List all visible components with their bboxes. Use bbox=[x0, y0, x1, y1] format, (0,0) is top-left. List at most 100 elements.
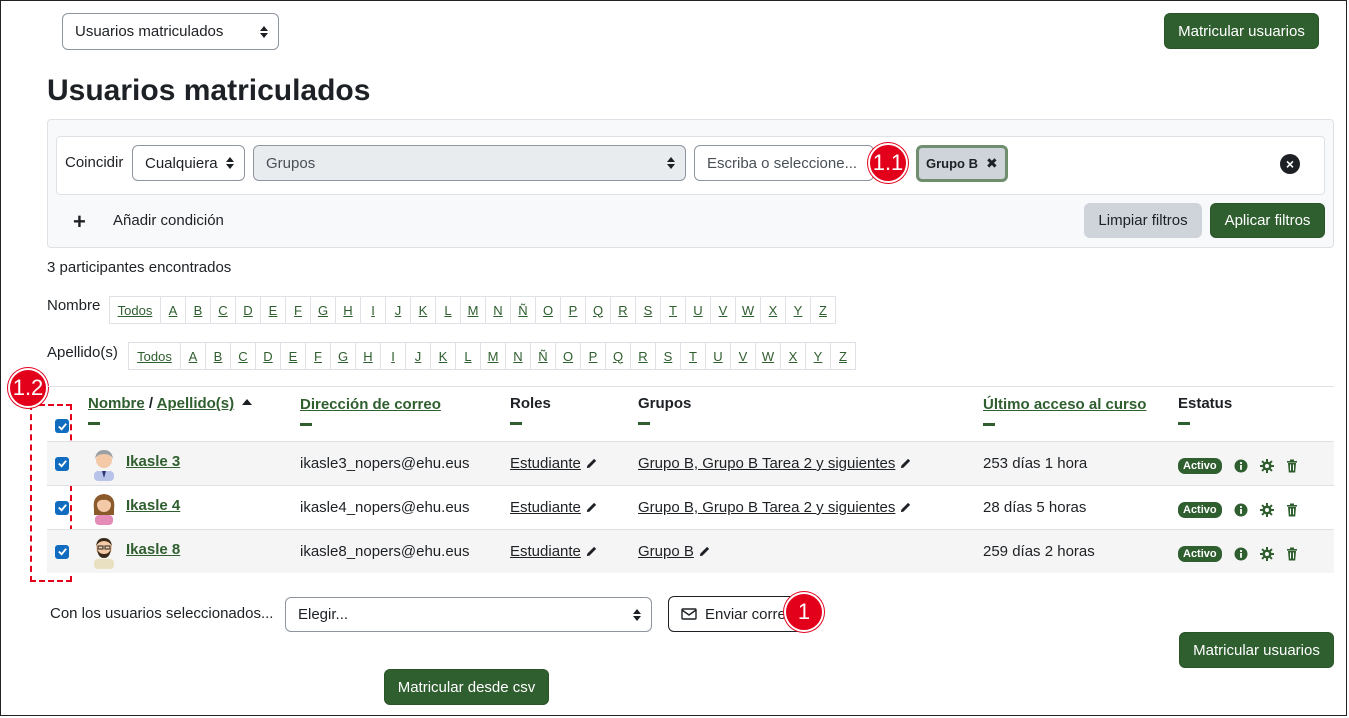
initial-filter-letter[interactable]: T bbox=[660, 296, 686, 324]
user-role[interactable]: Estudiante bbox=[510, 543, 581, 560]
user-name-link[interactable]: Ikasle 8 bbox=[126, 541, 180, 558]
initial-filter-letter[interactable]: A bbox=[180, 342, 206, 370]
bulk-action-select[interactable]: Elegir... bbox=[285, 597, 652, 632]
initial-filter-letter[interactable]: C bbox=[210, 296, 236, 324]
filter-type-select[interactable]: Grupos bbox=[253, 145, 686, 181]
edit-pencil-icon[interactable] bbox=[585, 545, 598, 558]
initial-filter-letter[interactable]: F bbox=[285, 296, 311, 324]
initial-filter-letter[interactable]: M bbox=[480, 342, 506, 370]
apply-filters-button[interactable]: Aplicar filtros bbox=[1210, 203, 1325, 238]
user-name-link[interactable]: Ikasle 3 bbox=[126, 453, 180, 470]
initial-filter-letter[interactable]: B bbox=[205, 342, 231, 370]
initial-filter-letter[interactable]: I bbox=[360, 296, 386, 324]
user-groups[interactable]: Grupo B bbox=[638, 543, 694, 560]
enrol-users-button-top[interactable]: Matricular usuarios bbox=[1164, 13, 1319, 49]
initial-filter-letter[interactable]: Z bbox=[810, 296, 836, 324]
view-select[interactable]: Usuarios matriculados bbox=[62, 13, 279, 50]
initial-filter-letter[interactable]: U bbox=[685, 296, 711, 324]
initial-filter-letter[interactable]: Z bbox=[830, 342, 856, 370]
trash-icon[interactable] bbox=[1286, 503, 1298, 517]
user-role[interactable]: Estudiante bbox=[510, 499, 581, 516]
enrol-from-csv-button[interactable]: Matricular desde csv bbox=[384, 669, 549, 705]
sort-last-name-link[interactable]: Apellido(s) bbox=[157, 395, 235, 412]
edit-pencil-icon[interactable] bbox=[698, 545, 711, 558]
initial-filter-letter[interactable]: Q bbox=[585, 296, 611, 324]
initial-filter-letter[interactable]: S bbox=[635, 296, 661, 324]
initial-filter-letter[interactable]: Y bbox=[805, 342, 831, 370]
initial-filter-letter[interactable]: U bbox=[705, 342, 731, 370]
initial-filter-letter[interactable]: D bbox=[255, 342, 281, 370]
gear-icon[interactable] bbox=[1259, 458, 1274, 473]
info-icon[interactable] bbox=[1234, 547, 1248, 561]
sort-first-name-link[interactable]: Nombre bbox=[88, 395, 145, 412]
initial-filter-all[interactable]: Todos bbox=[128, 342, 181, 370]
add-condition-button[interactable]: Añadir condición bbox=[113, 212, 224, 229]
user-groups[interactable]: Grupo B, Grupo B Tarea 2 y siguientes bbox=[638, 499, 895, 516]
sort-last-access-link[interactable]: Último acceso al curso bbox=[983, 396, 1146, 413]
initial-filter-letter[interactable]: N bbox=[505, 342, 531, 370]
user-role[interactable]: Estudiante bbox=[510, 455, 581, 472]
row-checkbox[interactable] bbox=[55, 530, 69, 573]
initial-filter-letter[interactable]: C bbox=[230, 342, 256, 370]
plus-icon[interactable]: + bbox=[73, 209, 86, 235]
initial-filter-letter[interactable]: E bbox=[260, 296, 286, 324]
initial-filter-letter[interactable]: Ñ bbox=[530, 342, 556, 370]
edit-pencil-icon[interactable] bbox=[585, 501, 598, 514]
clear-filters-button[interactable]: Limpiar filtros bbox=[1084, 203, 1202, 238]
user-name-link[interactable]: Ikasle 4 bbox=[126, 497, 180, 514]
collapse-column-icon[interactable] bbox=[983, 423, 995, 426]
initial-filter-letter[interactable]: J bbox=[385, 296, 411, 324]
gear-icon[interactable] bbox=[1259, 502, 1274, 517]
info-icon[interactable] bbox=[1234, 503, 1248, 517]
filter-value-input[interactable]: Escriba o seleccione... bbox=[694, 145, 874, 181]
collapse-column-icon[interactable] bbox=[1178, 422, 1190, 425]
initial-filter-letter[interactable]: V bbox=[730, 342, 756, 370]
collapse-column-icon[interactable] bbox=[88, 422, 100, 425]
row-checkbox[interactable] bbox=[55, 442, 69, 485]
initial-filter-letter[interactable]: R bbox=[630, 342, 656, 370]
initial-filter-letter[interactable]: T bbox=[680, 342, 706, 370]
initial-filter-letter[interactable]: Ñ bbox=[510, 296, 536, 324]
initial-filter-letter[interactable]: K bbox=[410, 296, 436, 324]
filter-chip-grupo-b[interactable]: Grupo B ✖ bbox=[916, 145, 1008, 182]
initial-filter-letter[interactable]: X bbox=[780, 342, 806, 370]
initial-filter-letter[interactable]: O bbox=[535, 296, 561, 324]
remove-condition-icon[interactable]: × bbox=[1280, 154, 1300, 174]
initial-filter-letter[interactable]: B bbox=[185, 296, 211, 324]
collapse-column-icon[interactable] bbox=[510, 422, 522, 425]
initial-filter-letter[interactable]: I bbox=[380, 342, 406, 370]
initial-filter-letter[interactable]: P bbox=[580, 342, 606, 370]
initial-filter-letter[interactable]: O bbox=[555, 342, 581, 370]
edit-pencil-icon[interactable] bbox=[585, 457, 598, 470]
gear-icon[interactable] bbox=[1259, 546, 1274, 561]
initial-filter-letter[interactable]: L bbox=[455, 342, 481, 370]
initial-filter-letter[interactable]: L bbox=[435, 296, 461, 324]
initial-filter-letter[interactable]: R bbox=[610, 296, 636, 324]
initial-filter-letter[interactable]: K bbox=[430, 342, 456, 370]
initial-filter-letter[interactable]: S bbox=[655, 342, 681, 370]
initial-filter-letter[interactable]: V bbox=[710, 296, 736, 324]
initial-filter-letter[interactable]: W bbox=[755, 342, 781, 370]
edit-pencil-icon[interactable] bbox=[899, 501, 912, 514]
user-groups[interactable]: Grupo B, Grupo B Tarea 2 y siguientes bbox=[638, 455, 895, 472]
sort-email-link[interactable]: Dirección de correo bbox=[300, 396, 441, 413]
initial-filter-letter[interactable]: A bbox=[160, 296, 186, 324]
initial-filter-letter[interactable]: M bbox=[460, 296, 486, 324]
initial-filter-letter[interactable]: X bbox=[760, 296, 786, 324]
initial-filter-letter[interactable]: G bbox=[310, 296, 336, 324]
trash-icon[interactable] bbox=[1286, 459, 1298, 473]
initial-filter-letter[interactable]: J bbox=[405, 342, 431, 370]
initial-filter-letter[interactable]: G bbox=[330, 342, 356, 370]
initial-filter-letter[interactable]: H bbox=[355, 342, 381, 370]
collapse-column-icon[interactable] bbox=[638, 422, 650, 425]
edit-pencil-icon[interactable] bbox=[899, 457, 912, 470]
match-select[interactable]: Cualquiera bbox=[132, 145, 245, 181]
info-icon[interactable] bbox=[1234, 459, 1248, 473]
initial-filter-letter[interactable]: Y bbox=[785, 296, 811, 324]
initial-filter-letter[interactable]: F bbox=[305, 342, 331, 370]
row-checkbox[interactable] bbox=[55, 486, 69, 529]
initial-filter-letter[interactable]: N bbox=[485, 296, 511, 324]
enrol-users-button-bottom[interactable]: Matricular usuarios bbox=[1179, 632, 1334, 668]
initial-filter-all[interactable]: Todos bbox=[109, 296, 161, 324]
initial-filter-letter[interactable]: E bbox=[280, 342, 306, 370]
